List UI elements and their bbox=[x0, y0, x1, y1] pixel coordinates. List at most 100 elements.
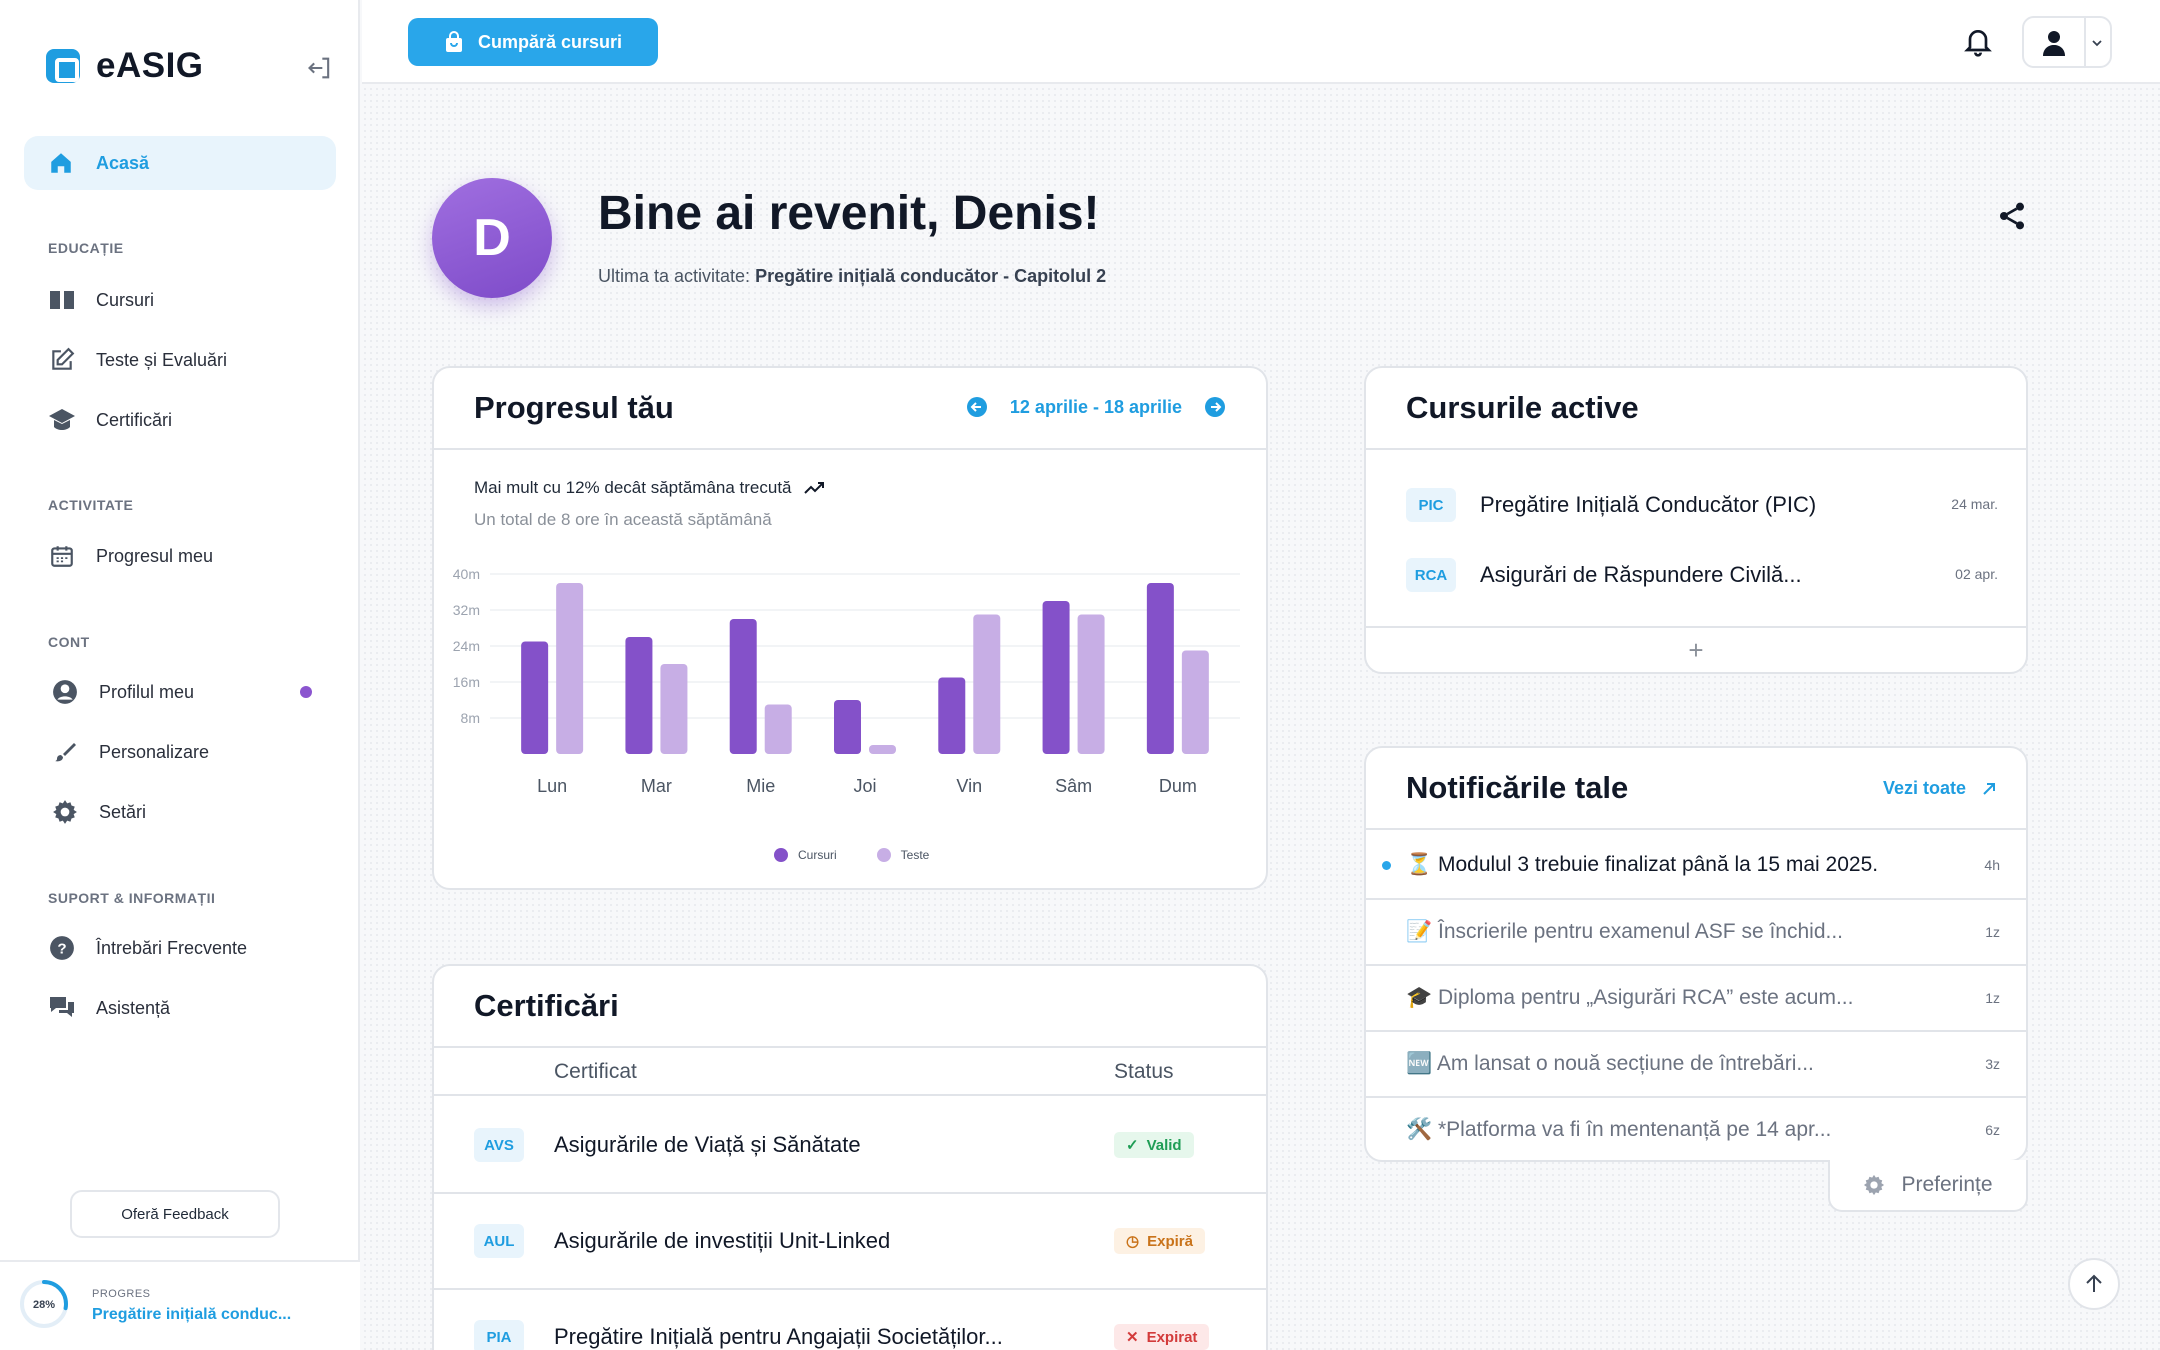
legend-item-tests: Teste bbox=[876, 848, 929, 862]
course-name: Pregătire Inițială Conducător (PIC) bbox=[1480, 492, 1817, 517]
chart-bar-cursuri bbox=[938, 677, 966, 754]
section-title-education: EDUCAȚIE bbox=[48, 240, 124, 256]
arrow-up-icon bbox=[2086, 1274, 2102, 1292]
x-tick-label: Lun bbox=[537, 776, 567, 796]
cert-tag: PIA bbox=[474, 1320, 524, 1350]
table-row[interactable]: AUL Asigurările de investiții Unit-Linke… bbox=[434, 1194, 1266, 1290]
sidebar-item-label: Personalizare bbox=[99, 741, 210, 762]
gear-icon bbox=[51, 798, 79, 826]
notification-time: 4h bbox=[1984, 857, 2000, 873]
notification-item[interactable]: 📝 Înscrierile pentru examenul ASF se înc… bbox=[1366, 898, 2026, 964]
chart-bar-teste bbox=[869, 745, 896, 754]
course-item[interactable]: PIC Pregătire Inițială Conducător (PIC) bbox=[1406, 488, 2006, 522]
chart-bar-teste bbox=[1077, 614, 1105, 754]
chart-bar-teste bbox=[764, 704, 792, 754]
course-item[interactable]: RCA Asigurări de Răspundere Civilă... bbox=[1406, 558, 2006, 592]
column-status: Status bbox=[1114, 1060, 1174, 1083]
section-title-activity: ACTIVITATE bbox=[48, 497, 134, 513]
preferences-label: Preferințe bbox=[1901, 1173, 1993, 1196]
chart-bar-cursuri bbox=[625, 637, 653, 754]
status-label: Valid bbox=[1146, 1136, 1182, 1154]
user-menu-button[interactable] bbox=[2022, 16, 2112, 68]
y-tick-label: 24m bbox=[453, 638, 480, 654]
buy-courses-button[interactable]: Cumpără cursuri bbox=[408, 18, 658, 66]
last-activity-value[interactable]: Pregătire inițială conducător - Capitolu… bbox=[755, 266, 1106, 286]
cert-name: Asigurările de investiții Unit-Linked bbox=[554, 1228, 891, 1253]
logo-icon bbox=[46, 49, 80, 83]
y-tick-label: 32m bbox=[453, 602, 480, 618]
sidebar-item-my-progress[interactable]: Progresul meu bbox=[48, 542, 213, 570]
calendar-icon bbox=[48, 542, 76, 570]
x-tick-label: Vin bbox=[956, 776, 982, 796]
progress-card-title: Progresul tău bbox=[474, 390, 674, 425]
user-circle-icon bbox=[51, 678, 79, 706]
see-all-label: Vezi toate bbox=[1882, 778, 1966, 798]
notification-time: 6z bbox=[1985, 1122, 2000, 1138]
chart-bar-teste bbox=[1181, 650, 1209, 754]
sidebar-item-tests[interactable]: Teste și Evaluări bbox=[48, 346, 227, 374]
share-icon[interactable] bbox=[1996, 200, 2028, 232]
scroll-to-top-button[interactable] bbox=[2068, 1258, 2120, 1310]
table-row[interactable]: PIA Pregătire Inițială pentru Angajații … bbox=[434, 1290, 1266, 1350]
notifications-title: Notificările tale bbox=[1406, 770, 1629, 805]
notification-item[interactable]: 🎓 Diploma pentru „Asigurări RCA” este ac… bbox=[1366, 964, 2026, 1030]
prev-week-icon[interactable] bbox=[966, 396, 988, 418]
clock-icon: ◷ bbox=[1126, 1233, 1140, 1250]
preferences-button[interactable]: Preferințe bbox=[1828, 1160, 2028, 1212]
notification-item[interactable]: 🛠️ *Platforma va fi în mentenanță pe 14 … bbox=[1366, 1096, 2026, 1160]
notification-item[interactable]: 🆕 Am lansat o nouă secțiune de întrebări… bbox=[1366, 1030, 2026, 1096]
bell-icon[interactable] bbox=[1962, 26, 1994, 58]
y-tick-label: 40m bbox=[453, 566, 480, 582]
notification-item[interactable]: ⏳ Modulul 3 trebuie finalizat până la 15… bbox=[1366, 832, 2026, 898]
feedback-button[interactable]: Oferă Feedback bbox=[70, 1190, 280, 1238]
svg-text:?: ? bbox=[57, 940, 66, 957]
see-all-link[interactable]: Vezi toate bbox=[1883, 778, 1996, 799]
notifications-card: Notificările tale Vezi toate ⏳ Modulul 3… bbox=[1364, 746, 2028, 1162]
active-courses-title: Cursurile active bbox=[1406, 390, 1639, 425]
sidebar-item-label: Cursuri bbox=[96, 289, 155, 310]
sidebar-item-faq[interactable]: ? Întrebări Frecvente bbox=[48, 934, 247, 962]
sidebar-item-label: Acasă bbox=[96, 152, 150, 173]
cert-tag: AVS bbox=[474, 1128, 524, 1162]
chat-icon bbox=[48, 994, 76, 1022]
notification-time: 1z bbox=[1985, 924, 2000, 940]
sidebar-item-settings[interactable]: Setări bbox=[51, 798, 146, 826]
next-week-icon[interactable] bbox=[1204, 396, 1226, 418]
chart-bar-cursuri bbox=[1042, 601, 1070, 754]
sidebar-item-label: Teste și Evaluări bbox=[96, 349, 228, 370]
table-header: Certificat Status bbox=[434, 1048, 1266, 1096]
app-logo[interactable]: eASIG bbox=[46, 46, 204, 86]
chart-bar-cursuri bbox=[1146, 583, 1174, 754]
gear-icon bbox=[1864, 1174, 1885, 1196]
sidebar-item-profile[interactable]: Profilul meu bbox=[51, 678, 194, 706]
progress-ring: 28% bbox=[20, 1280, 68, 1328]
question-icon: ? bbox=[48, 934, 76, 962]
cert-name: Pregătire Inițială pentru Angajații Soci… bbox=[554, 1324, 1003, 1349]
add-course-button[interactable]: + bbox=[1366, 626, 2026, 672]
sidebar-item-courses[interactable]: Cursuri bbox=[48, 286, 154, 314]
table-row[interactable]: AVS Asigurările de Viață și Sănătate ✓ Va… bbox=[434, 1098, 1266, 1194]
home-icon bbox=[51, 153, 71, 173]
legend-swatch bbox=[774, 848, 788, 862]
legend-item-courses: Cursuri bbox=[774, 848, 837, 862]
chart-bar-cursuri bbox=[729, 619, 757, 754]
notification-time: 3z bbox=[1985, 1056, 2000, 1072]
collapse-sidebar-icon[interactable] bbox=[306, 54, 334, 82]
sidebar-item-certifications[interactable]: Certificări bbox=[48, 406, 172, 434]
edit-icon bbox=[48, 346, 76, 374]
cert-name: Asigurările de Viață și Sănătate bbox=[554, 1132, 861, 1157]
welcome-title: Bine ai revenit, Denis! bbox=[598, 187, 1100, 240]
date-range: 12 aprilie - 18 aprilie bbox=[1009, 396, 1182, 417]
sidebar-item-personalize[interactable]: Personalizare bbox=[51, 738, 209, 766]
progress-label: PROGRES bbox=[92, 1288, 151, 1300]
user-avatar: D bbox=[432, 178, 552, 298]
last-activity-label: Ultima ta activitate: bbox=[598, 266, 751, 286]
sidebar-item-home[interactable]: Acasă bbox=[24, 136, 336, 190]
progress-course[interactable]: Pregătire inițială conduc... bbox=[92, 1306, 291, 1324]
sidebar-item-label: Profilul meu bbox=[99, 681, 195, 702]
status-label: Expirat bbox=[1146, 1328, 1198, 1346]
trend-up-icon bbox=[803, 482, 824, 494]
chart-bar-teste bbox=[556, 583, 584, 754]
sidebar-item-support[interactable]: Asistență bbox=[48, 994, 170, 1022]
legend-swatch bbox=[876, 848, 891, 862]
